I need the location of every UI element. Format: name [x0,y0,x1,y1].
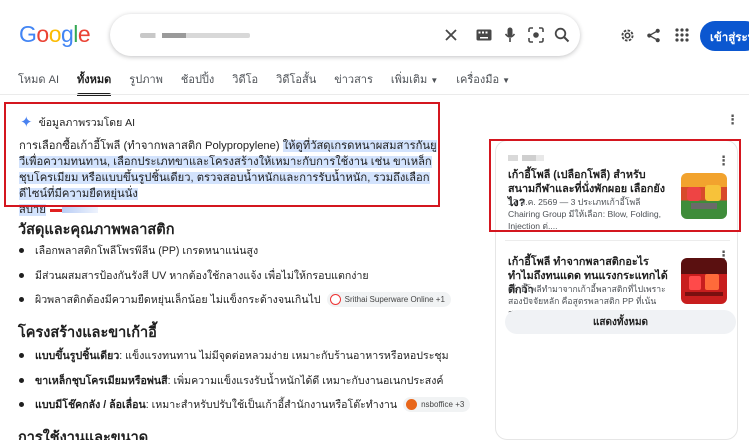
source-chip[interactable]: Srithai Superware Online +1 [326,292,451,307]
section-title-usage: การใช้งานและขนาด [18,430,149,440]
tab-news[interactable]: ข่าวสาร [334,70,373,96]
keyboard-icon[interactable] [474,25,494,45]
caret-down-icon: ▼ [502,76,511,85]
bullet [19,297,24,302]
show-all-button[interactable]: แสดงทั้งหมด [505,310,736,334]
list-item: แบบมีโช๊คกลัง / ล้อเลื่อน: เหมาะสำหรับปร… [18,396,471,413]
search-input[interactable] [110,14,580,56]
tabs-divider [0,94,749,95]
more-options-icon[interactable]: ⋮ [726,112,739,128]
caret-down-icon: ▼ [430,76,439,85]
tab-tools[interactable]: เครื่องมือ ▼ [456,70,510,96]
bullet [19,353,24,358]
bullet [19,402,24,407]
bullet [19,248,24,253]
list-item-text: ผิวพลาสติกต้องมีความยืดหยุ่นเล็กน้อย ไม่… [35,294,321,306]
tab-shopping[interactable]: ช้อปปิ้ง [181,70,214,96]
tab-images[interactable]: รูปภาพ [129,70,163,96]
google-logo[interactable]: Google [19,21,91,48]
search-tabs: โหมด AI ทั้งหมด รูปภาพ ช้อปปิ้ง วิดีโอ ว… [18,70,528,96]
tab-ai-mode[interactable]: โหมด AI [18,70,59,96]
list-item-text: เลือกพลาสติกโพลีโพรพีลีน (PP) เกรดหนาแน่… [35,245,259,257]
source-favicon [406,399,418,410]
tab-more[interactable]: เพิ่มเติม ▼ [391,70,438,96]
list-item: ผิวพลาสติกต้องมีความยืดหยุ่นเล็กน้อย ไม่… [18,291,451,308]
list-item-text: : เหมาะสำหรับปรับใช้เป็นเก้าอี้สำนักงานห… [145,399,398,411]
list-item-text: มีส่วนผสมสารป้องกันรังสี UV หากต้องใช้กล… [35,270,369,282]
source-card-annotation-box [489,139,741,232]
share-icon[interactable] [643,25,663,45]
signin-button[interactable]: เข้าสู่ระบบ [700,21,749,51]
list-item-bold: ขาเหล็กชุบโครเมียมหรือพ่นสี [35,375,168,387]
settings-icon[interactable] [617,25,637,45]
apps-grid-icon[interactable] [672,25,692,45]
card-divider [505,240,730,241]
source-chip[interactable]: nsboffice +3 [403,397,471,412]
tab-videos[interactable]: วิดีโอ [232,70,258,96]
search-icon[interactable] [552,25,572,45]
annotation-mark [49,208,62,212]
tab-more-label: เพิ่มเติม [390,74,428,86]
search-query-redacted [140,33,250,38]
list-item-text: : เพิ่มความแข็งแรงรับน้ำหนักได้ดี เหมาะก… [167,375,444,387]
ai-overview-annotation-box [4,102,440,207]
list-item: แบบขึ้นรูปชิ้นเดียว: แข็งแรงทนทาน ไม่มีจ… [18,347,449,364]
source-chip-label: Srithai Superware Online +1 [344,295,445,304]
microphone-icon[interactable] [500,25,520,45]
source-chip-label: nsboffice +3 [421,400,465,409]
list-item-bold: แบบมีโช๊คกลัง / ล้อเลื่อน [35,399,146,411]
bullet [19,273,24,278]
fade-bar [61,207,98,214]
bullet [19,378,24,383]
list-item: เลือกพลาสติกโพลีโพรพีลีน (PP) เกรดหนาแน่… [18,242,258,259]
list-item: ขาเหล็กชุบโครเมียมหรือพ่นสี: เพิ่มความแข… [18,372,443,389]
source-thumbnail[interactable] [681,258,727,304]
clear-icon[interactable] [441,25,461,45]
tab-all[interactable]: ทั้งหมด [77,70,112,96]
tab-short-videos[interactable]: วิดีโอสั้น [276,70,316,96]
lens-icon[interactable] [526,25,546,45]
list-item: มีส่วนผสมสารป้องกันรังสี UV หากต้องใช้กล… [18,267,369,284]
tab-tools-label: เครื่องมือ [456,74,500,86]
list-item-bold: แบบขึ้นรูปชิ้นเดียว [35,350,120,362]
section-title-material: วัสดุและคุณภาพพลาสติก [18,222,175,238]
list-item-text: : แข็งแรงทนทาน ไม่มีจุดต่อหลวมง่าย เหมาะ… [119,350,449,362]
section-title-structure: โครงสร้างและขาเก้าอี้ [18,325,157,341]
source-favicon [329,294,341,305]
